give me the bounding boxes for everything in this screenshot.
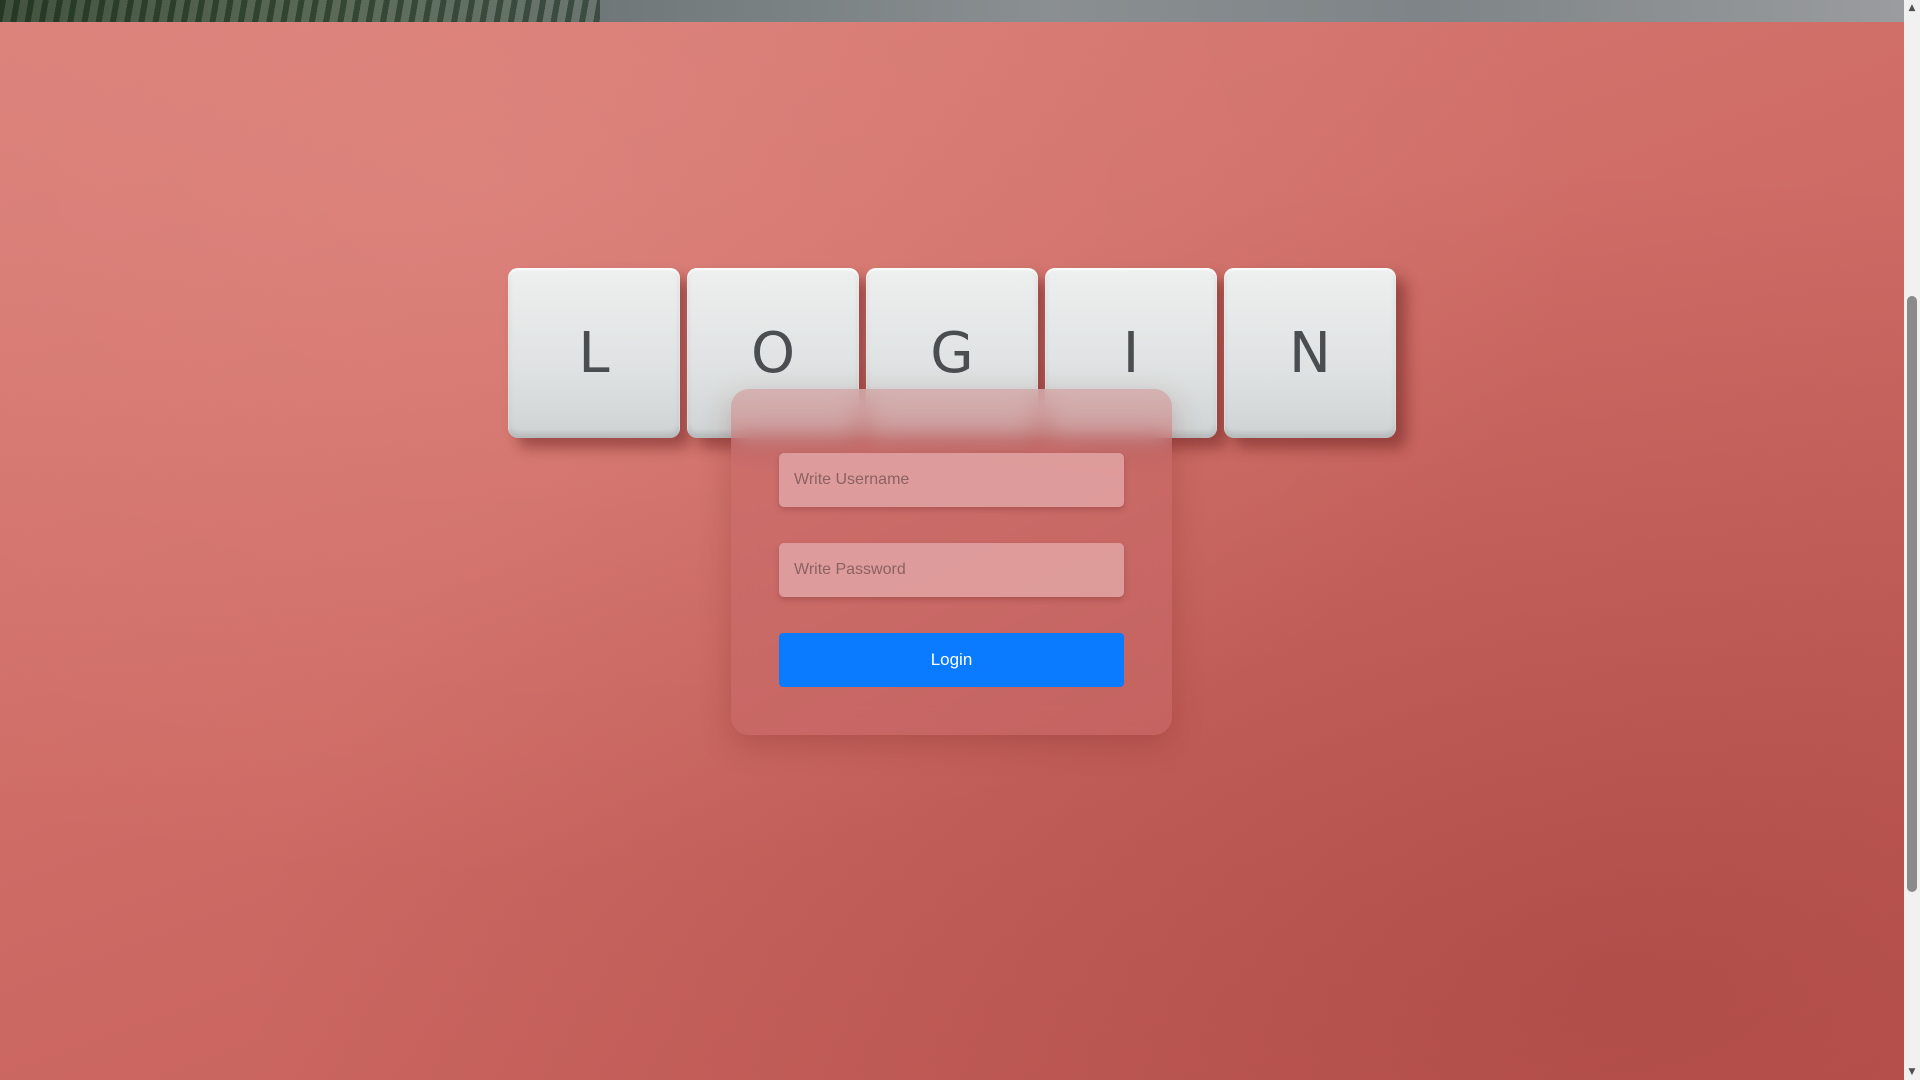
- scrollbar-thumb[interactable]: [1907, 296, 1917, 892]
- scroll-down-arrow-icon[interactable]: ▼: [1904, 1064, 1920, 1080]
- keycap-n: N: [1224, 268, 1396, 438]
- login-card: Login: [731, 389, 1172, 735]
- username-input[interactable]: [779, 453, 1124, 507]
- vertical-scrollbar[interactable]: ▲ ▼: [1904, 0, 1920, 1080]
- header-photo-strip: [0, 0, 1904, 22]
- keycap-l: L: [508, 268, 680, 438]
- scroll-up-arrow-icon[interactable]: ▲: [1904, 0, 1920, 16]
- foliage-image: [0, 0, 600, 22]
- login-button[interactable]: Login: [779, 633, 1124, 687]
- password-input[interactable]: [779, 543, 1124, 597]
